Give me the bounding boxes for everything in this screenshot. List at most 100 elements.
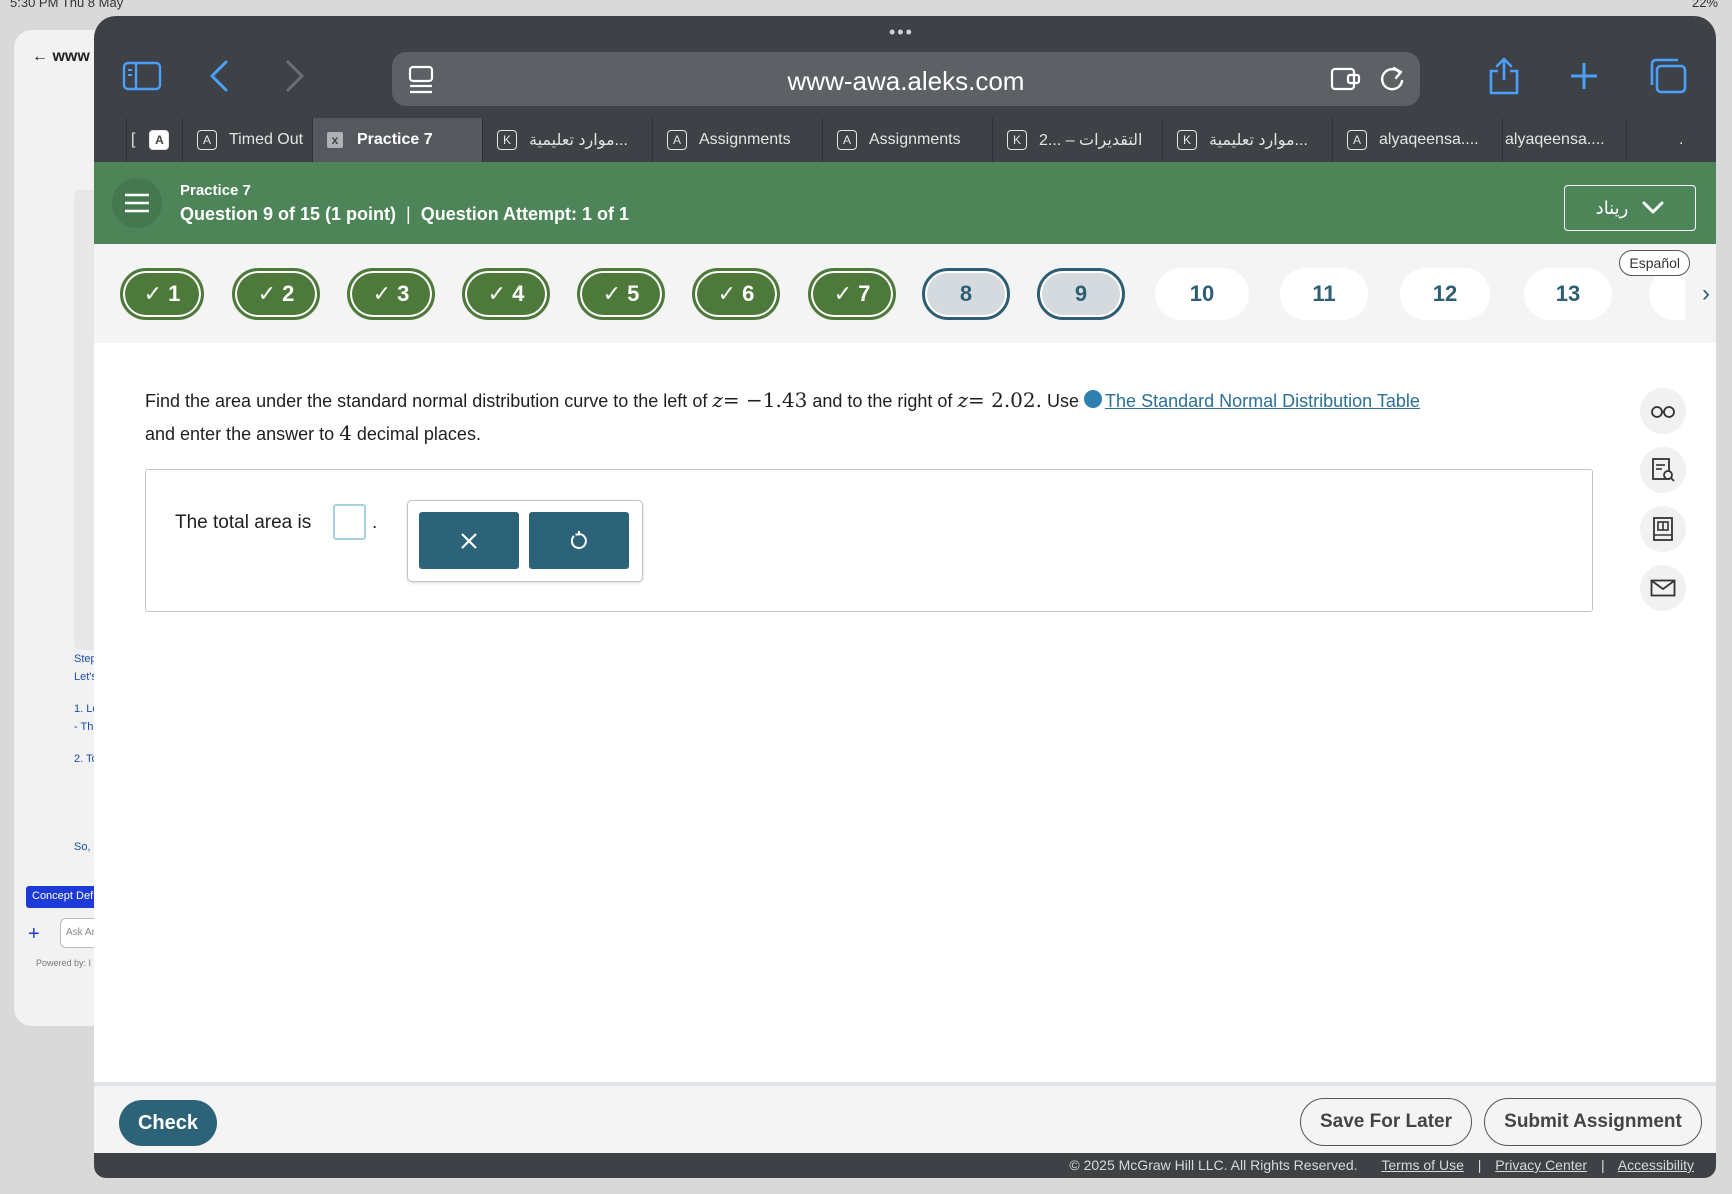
glasses-icon[interactable] (1640, 388, 1686, 434)
new-tab-icon[interactable] (1564, 56, 1604, 96)
close-tab-icon[interactable]: x (327, 132, 343, 148)
tab-alyaqeensa-2[interactable]: alyaqeensa.... (1502, 118, 1626, 162)
question-12-button[interactable]: 12 (1400, 268, 1490, 320)
status-bar: 5:30 PM Thu 8 May 22% (0, 0, 1732, 14)
tab-learning-resources[interactable]: K موارد تعليمية... (482, 118, 652, 162)
tab-learning-resources-2[interactable]: K موارد تعليمية... (1162, 118, 1332, 162)
powered-by-label: Powered by: I (36, 958, 92, 968)
user-menu-button[interactable]: ريناد (1564, 185, 1696, 231)
question-4-button[interactable]: ✓ 4 (462, 268, 550, 320)
save-for-later-button[interactable]: Save For Later (1300, 1098, 1472, 1146)
terms-link[interactable]: Terms of Use (1381, 1157, 1463, 1173)
table-link-icon[interactable] (1084, 390, 1103, 408)
tab-timed-out[interactable]: A Timed Out (182, 118, 312, 162)
browser-toolbar: ••• www-awa.aleks.com (94, 16, 1716, 118)
question-11-button[interactable]: 11 (1280, 268, 1368, 320)
tab-practice-7[interactable]: x Practice 7 (312, 118, 482, 162)
tab-label: Assignments (869, 131, 961, 148)
answer-area: The total area is . (145, 469, 1593, 612)
tab-assignments[interactable]: A Assignments (652, 118, 822, 162)
answer-label: The total area is (175, 512, 312, 533)
tab-label: Practice 7 (357, 131, 433, 148)
k-favicon-icon: K (1177, 130, 1197, 150)
tab-label: alyaqeensa.... (1505, 131, 1605, 148)
clear-button[interactable] (419, 512, 519, 569)
background-url: www (52, 48, 90, 65)
copyright-text: © 2025 McGraw Hill LLC. All Rights Reser… (1069, 1157, 1358, 1173)
tab-alyaqeensa[interactable]: A alyaqeensa.... (1332, 118, 1502, 162)
extension-icon[interactable] (1330, 65, 1362, 98)
aleks-favicon-icon: A (1347, 130, 1367, 150)
share-icon[interactable] (1484, 56, 1524, 96)
answer-input[interactable] (333, 504, 366, 540)
chevron-right-icon[interactable]: › (1702, 280, 1710, 308)
question-13-button[interactable]: 13 (1524, 268, 1612, 320)
accessibility-link[interactable]: Accessibility (1618, 1157, 1694, 1173)
attempt-count: Question Attempt: 1 of 1 (420, 204, 630, 224)
textbook-icon[interactable] (1640, 506, 1686, 552)
aleks-favicon-icon: A (197, 130, 217, 150)
submit-assignment-button[interactable]: Submit Assignment (1484, 1098, 1702, 1146)
chevron-down-icon (1642, 201, 1664, 214)
tab-overflow-dot: . (1679, 131, 1684, 148)
reload-icon[interactable] (1378, 64, 1406, 99)
math-value: = 2.02. (967, 388, 1042, 412)
tab-assignments-2[interactable]: A Assignments (822, 118, 992, 162)
question-8-button[interactable]: 8 (922, 268, 1010, 320)
question-2-button[interactable]: ✓ 2 (232, 268, 320, 320)
separator: | (1477, 1157, 1482, 1173)
tab-label: alyaqeensa.... (1379, 131, 1479, 148)
tab-overflow[interactable]: . (1626, 118, 1716, 162)
address-bar[interactable]: www-awa.aleks.com (392, 52, 1420, 106)
question-5-button[interactable]: ✓ 5 (577, 268, 665, 320)
math-variable: z (957, 388, 968, 412)
close-icon (461, 532, 477, 549)
tab-label: موارد تعليمية... (1209, 132, 1308, 149)
menu-icon[interactable] (112, 178, 162, 228)
check-button[interactable]: Check (119, 1100, 217, 1146)
question-part: Find the area under the standard normal … (145, 391, 708, 411)
question-text: Find the area under the standard normal … (145, 384, 1535, 450)
separator: | (406, 204, 411, 224)
assignment-title: Practice 7 (180, 182, 251, 199)
aleks-favicon-icon: A (149, 130, 170, 150)
question-3-button[interactable]: ✓ 3 (347, 268, 435, 320)
math-value: 4 (339, 421, 352, 445)
tab-bar: [ A A Timed Out x Practice 7 K موارد تعل… (94, 118, 1716, 162)
k-favicon-icon: K (497, 130, 517, 150)
back-icon[interactable] (204, 56, 234, 96)
tab-grades[interactable]: K التقديرات – ...2 (992, 118, 1162, 162)
math-variable: z (712, 388, 723, 412)
tab-overview-icon[interactable] (1646, 56, 1690, 96)
question-1-button[interactable]: ✓ 1 (120, 268, 204, 320)
tab-label: Timed Out (229, 131, 304, 148)
status-time: 5:30 PM Thu 8 May (10, 0, 124, 10)
pinned-tab[interactable]: [ A (126, 118, 182, 162)
question-6-button[interactable]: ✓ 6 (692, 268, 780, 320)
worksheet-search-icon[interactable] (1640, 447, 1686, 493)
question-9-button[interactable]: 9 (1037, 268, 1125, 320)
question-10-button[interactable]: 10 (1155, 268, 1249, 320)
sidebar-toggle-icon[interactable] (120, 56, 164, 96)
separator: | (1600, 1157, 1605, 1173)
back-arrow-icon[interactable]: ← www (32, 48, 90, 66)
privacy-link[interactable]: Privacy Center (1495, 1157, 1587, 1173)
answer-tools (407, 500, 643, 582)
add-icon[interactable]: + (28, 923, 40, 946)
forward-icon[interactable] (280, 56, 310, 96)
question-info: Question 9 of 15 (1 point) | Question Atte… (180, 204, 629, 225)
espanol-toggle[interactable]: Español (1619, 250, 1690, 276)
math-value: = −1.43 (722, 388, 808, 412)
undo-button[interactable] (529, 512, 629, 569)
window-handle-icon[interactable]: ••• (889, 22, 914, 43)
copyright-bar: © 2025 McGraw Hill LLC. All Rights Reser… (94, 1153, 1716, 1178)
question-7-button[interactable]: ✓ 7 (808, 268, 896, 320)
question-count: Question 9 of 15 (1 point) (180, 204, 397, 224)
aleks-favicon-icon: A (837, 130, 857, 150)
question-part: and enter the answer to (145, 424, 335, 444)
mail-icon[interactable] (1640, 565, 1686, 611)
assignment-header: Practice 7 Question 9 of 15 (1 point) | Qu… (94, 162, 1716, 244)
normal-table-link[interactable]: The Standard Normal Distribution Table (1105, 391, 1420, 411)
tab-label: التقديرات – ...2 (1039, 132, 1143, 149)
aleks-favicon-icon: A (667, 130, 687, 150)
